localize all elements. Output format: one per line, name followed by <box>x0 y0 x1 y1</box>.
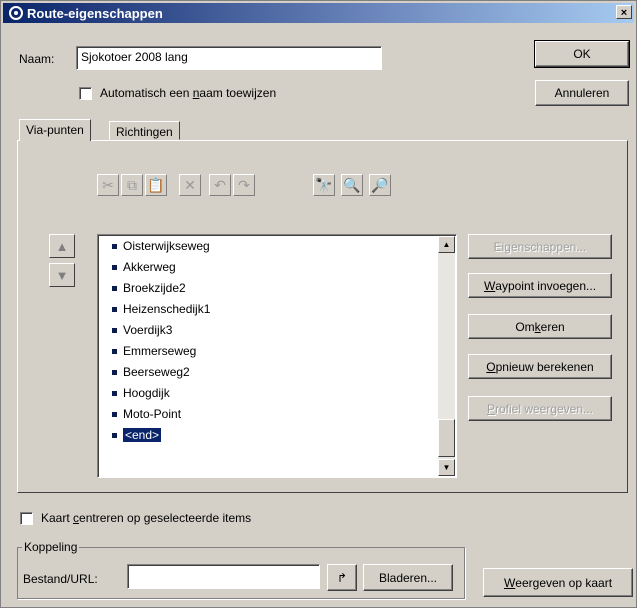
close-icon[interactable]: × <box>616 5 632 19</box>
delete-icon[interactable]: ✕ <box>179 174 201 196</box>
cancel-button[interactable]: Annuleren <box>535 80 629 106</box>
properties-button[interactable]: Eigenschappen... <box>468 234 612 259</box>
waypoint-list[interactable]: Oisterwijkseweg Akkerweg Broekzijde2 Hei… <box>97 234 457 478</box>
copy-icon[interactable]: ⧉ <box>121 174 143 196</box>
name-label: Naam: <box>19 52 55 66</box>
list-item-selected[interactable]: <end> <box>112 425 163 445</box>
auto-name-checkbox[interactable] <box>79 87 92 100</box>
scroll-thumb[interactable] <box>438 419 455 457</box>
find-prev-icon[interactable]: 🔎 <box>369 174 391 196</box>
list-item[interactable]: Oisterwijkseweg <box>112 236 210 256</box>
bullet-icon <box>112 243 117 249</box>
bullet-icon <box>112 348 117 354</box>
bullet-icon <box>112 264 117 270</box>
auto-name-label: Automatisch een naam toewijzen <box>100 86 277 100</box>
scroll-up-icon[interactable]: ▲ <box>438 236 455 253</box>
show-profile-button[interactable]: Profiel weergeven... <box>468 396 612 421</box>
arrow-down-icon: ▼ <box>55 267 69 283</box>
link-group-legend: Koppeling <box>22 540 80 554</box>
bullet-icon <box>112 369 117 375</box>
undo-icon[interactable]: ↶ <box>209 174 231 196</box>
list-item[interactable]: Akkerweg <box>112 257 176 277</box>
ok-button[interactable]: OK <box>534 40 630 68</box>
name-input[interactable]: Sjokotoer 2008 lang <box>76 46 382 70</box>
route-properties-dialog: Route-eigenschappen × Naam: Sjokotoer 20… <box>0 0 637 608</box>
list-item[interactable]: Hoogdijk <box>112 383 170 403</box>
bullet-icon <box>112 285 117 291</box>
find-icon[interactable]: 🔭 <box>313 174 335 196</box>
scroll-down-icon[interactable]: ▼ <box>438 459 455 476</box>
file-url-input[interactable] <box>127 564 320 589</box>
bullet-icon <box>112 432 117 438</box>
link-arrow-button[interactable]: ↱ <box>327 564 357 591</box>
globe-icon <box>9 6 23 20</box>
list-item[interactable]: Voerdijk3 <box>112 320 172 340</box>
arrow-up-icon: ▲ <box>55 238 69 254</box>
window-title: Route-eigenschappen <box>27 5 163 21</box>
cut-icon[interactable]: ✂ <box>97 174 119 196</box>
title-bar[interactable]: Route-eigenschappen × <box>3 3 634 23</box>
list-item[interactable]: Heizenschedijk1 <box>112 299 210 319</box>
reverse-button[interactable]: Om k eren <box>468 314 612 339</box>
list-item[interactable]: Moto-Point <box>112 404 181 424</box>
browse-button[interactable]: Bladeren... <box>363 564 453 591</box>
list-item[interactable]: Broekzijde2 <box>112 278 186 298</box>
center-map-label: Kaart centreren op geselecteerde items <box>41 511 252 525</box>
recalculate-button[interactable]: Opnieuw berekenen <box>468 354 612 379</box>
show-on-map-button[interactable]: Weergeven op kaart <box>483 568 633 597</box>
list-item[interactable]: Emmerseweg <box>112 341 196 361</box>
list-item[interactable]: Beerseweg2 <box>112 362 190 382</box>
tab-directions[interactable]: Richtingen <box>109 121 180 140</box>
list-scrollbar[interactable]: ▲ ▼ <box>438 236 455 476</box>
bullet-icon <box>112 390 117 396</box>
bullet-icon <box>112 411 117 417</box>
find-next-icon[interactable]: 🔍 <box>341 174 363 196</box>
move-down-button[interactable]: ▼ <box>49 263 75 287</box>
insert-waypoint-button[interactable]: Waypoint invoegen... <box>468 273 612 298</box>
move-up-button[interactable]: ▲ <box>49 234 75 258</box>
paste-icon[interactable]: 📋 <box>145 174 167 196</box>
center-map-checkbox[interactable] <box>20 512 33 525</box>
bullet-icon <box>112 306 117 312</box>
tab-via-points[interactable]: Via-punten <box>19 119 91 141</box>
bullet-icon <box>112 327 117 333</box>
curved-arrow-icon: ↱ <box>336 570 348 585</box>
file-url-label: Bestand/URL: <box>23 572 98 586</box>
redo-icon[interactable]: ↷ <box>233 174 255 196</box>
